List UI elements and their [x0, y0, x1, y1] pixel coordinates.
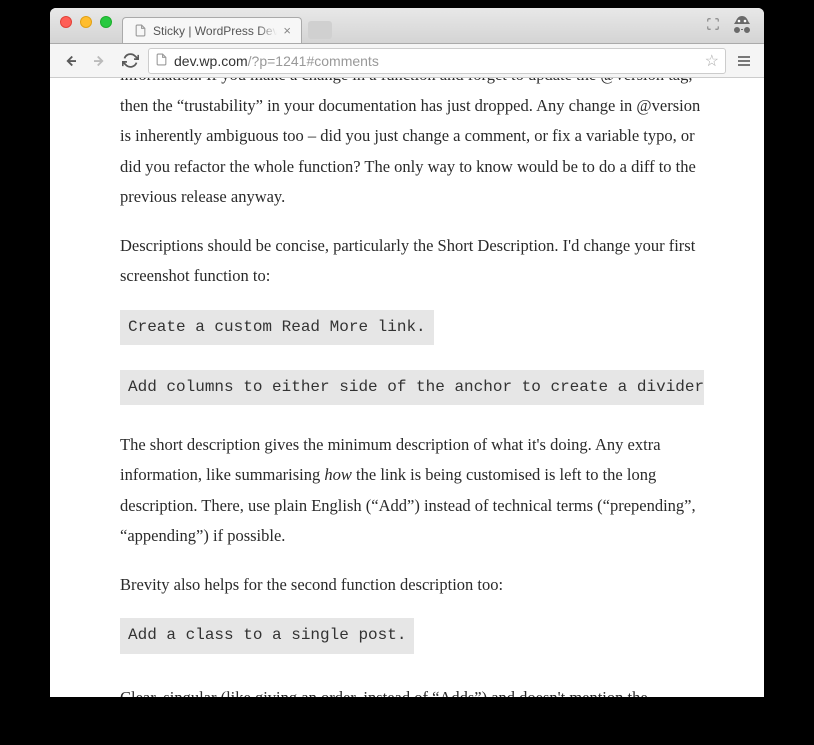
paragraph: Clear, singular (like giving an order, i… [120, 683, 704, 697]
code-block: Add columns to either side of the anchor… [120, 370, 704, 406]
page-favicon-icon [133, 24, 147, 38]
forward-button[interactable] [88, 49, 112, 73]
fullscreen-icon[interactable] [706, 17, 720, 36]
window-close-button[interactable] [60, 16, 72, 28]
tab-strip: Sticky | WordPress Develop × [122, 17, 332, 43]
paragraph: information. If you make a change in a f… [120, 78, 704, 213]
menu-button[interactable] [732, 49, 756, 73]
window-minimize-button[interactable] [80, 16, 92, 28]
browser-window: Sticky | WordPress Develop × [50, 8, 764, 697]
bookmark-star-icon[interactable]: ☆ [705, 51, 719, 71]
code-block: Add a class to a single post. [120, 618, 414, 654]
url-path: /?p=1241#comments [248, 53, 379, 69]
traffic-lights [60, 16, 112, 28]
titlebar-right [706, 14, 754, 38]
code-block: Create a custom Read More link. [120, 310, 434, 346]
url-text: dev.wp.com/?p=1241#comments [174, 53, 699, 69]
back-button[interactable] [58, 49, 82, 73]
page-content: information. If you make a change in a f… [50, 78, 764, 697]
url-host: dev.wp.com [174, 53, 248, 69]
toolbar: dev.wp.com/?p=1241#comments ☆ [50, 44, 764, 78]
article-body: information. If you make a change in a f… [50, 78, 764, 697]
address-bar[interactable]: dev.wp.com/?p=1241#comments ☆ [148, 48, 726, 74]
titlebar: Sticky | WordPress Develop × [50, 8, 764, 44]
paragraph: Brevity also helps for the second functi… [120, 570, 704, 601]
reload-button[interactable] [118, 49, 142, 73]
paragraph: The short description gives the minimum … [120, 430, 704, 552]
incognito-icon [730, 14, 754, 38]
new-tab-button[interactable] [308, 21, 332, 39]
tab-close-icon[interactable]: × [283, 23, 291, 38]
browser-tab[interactable]: Sticky | WordPress Develop × [122, 17, 302, 43]
tab-title: Sticky | WordPress Develop [153, 24, 277, 38]
window-maximize-button[interactable] [100, 16, 112, 28]
emphasis: how [324, 465, 352, 484]
paragraph: Descriptions should be concise, particul… [120, 231, 704, 292]
page-icon [155, 53, 168, 69]
